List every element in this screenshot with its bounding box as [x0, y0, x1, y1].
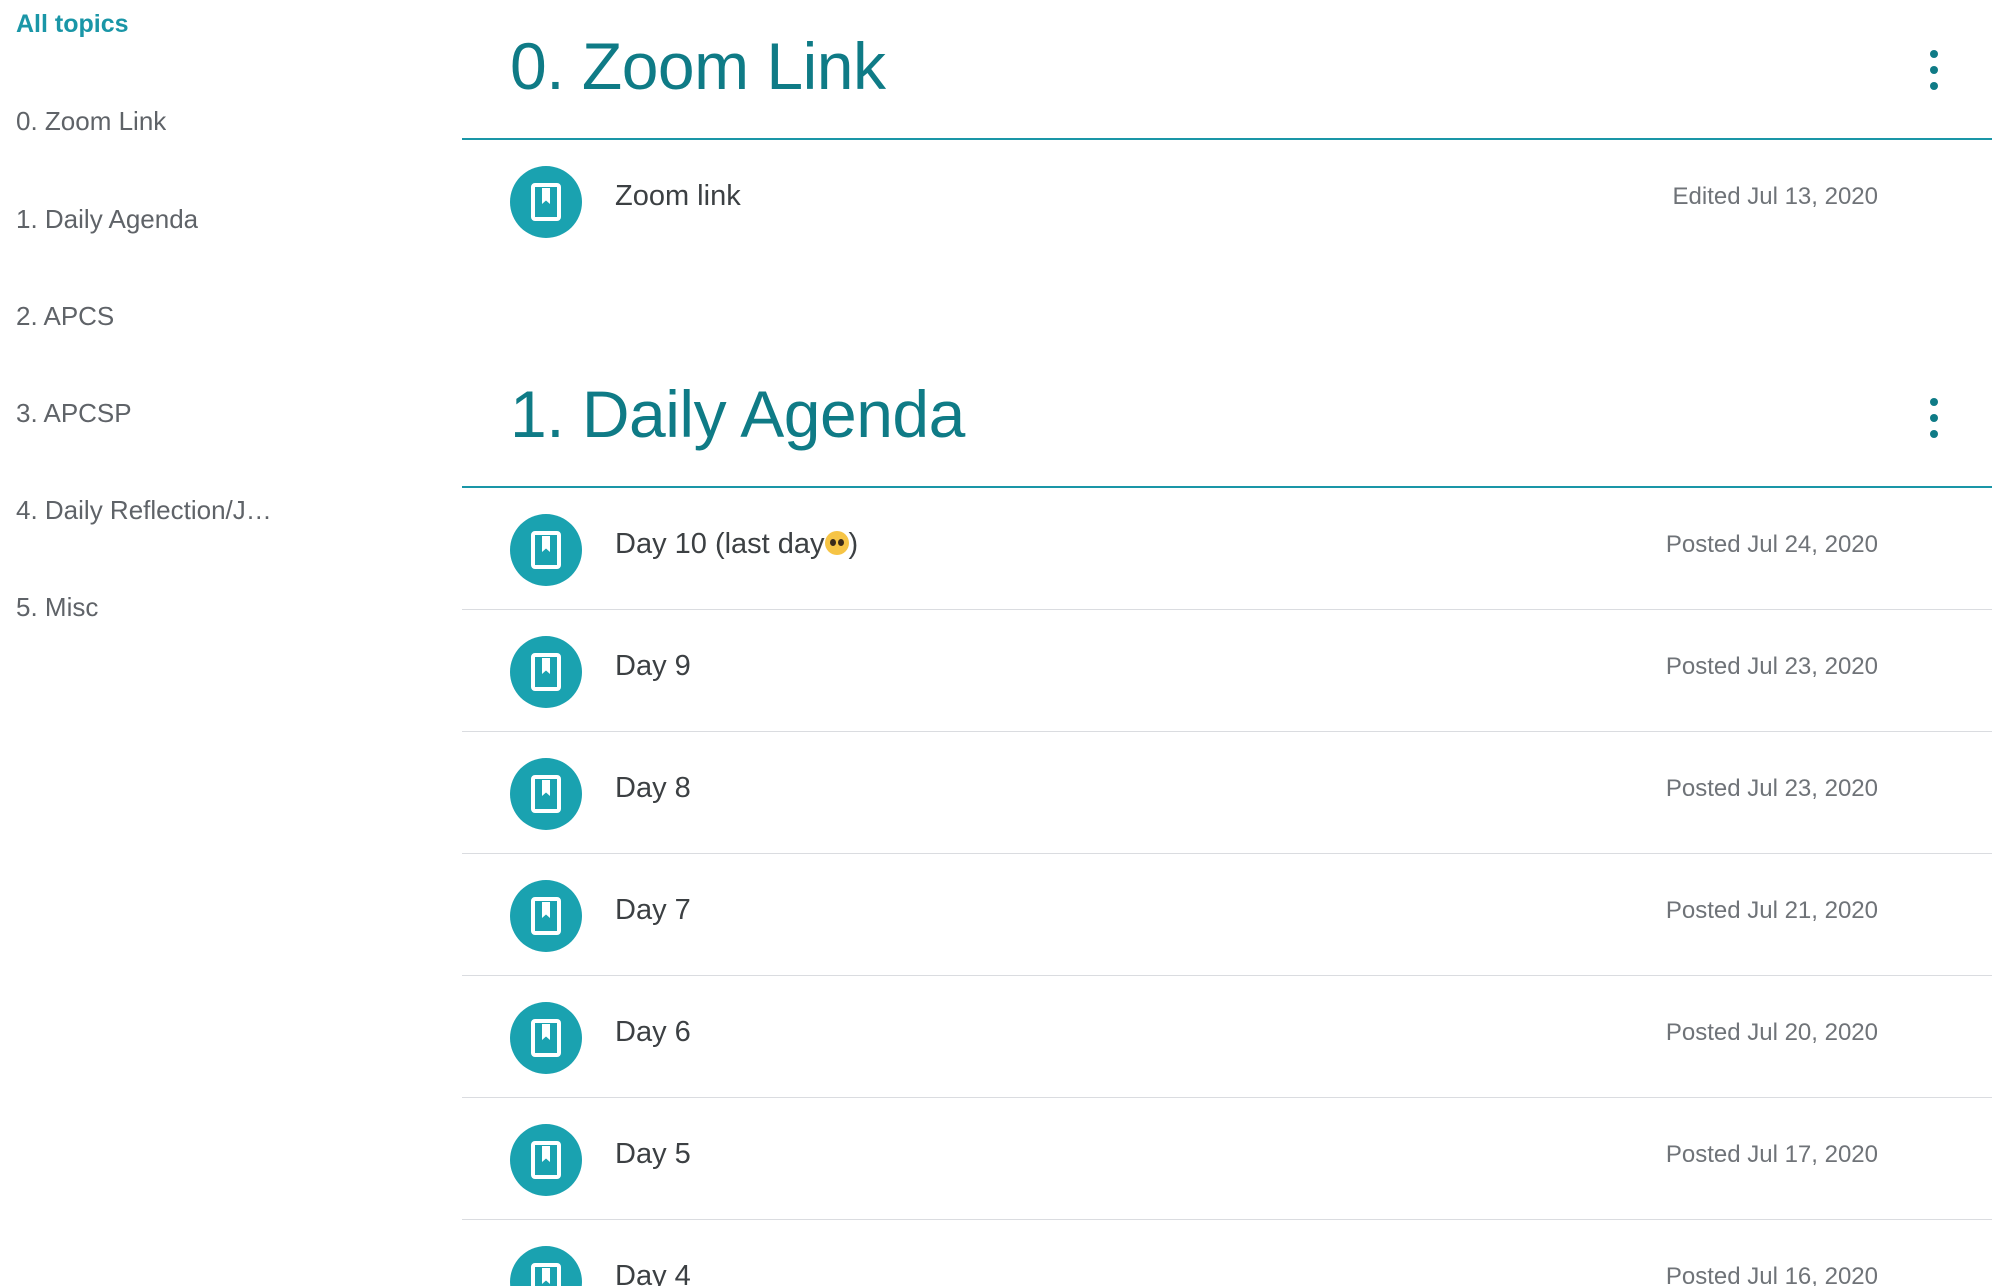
- topic-item-title: Zoom link: [615, 180, 741, 212]
- sidebar-item-zoom-link[interactable]: 0. Zoom Link: [16, 106, 166, 137]
- topic-item-row[interactable]: Day 4 Posted Jul 16, 2020: [462, 1220, 1992, 1286]
- topic-item-title: Day 4: [615, 1260, 691, 1286]
- more-vert-icon: [1930, 398, 1938, 406]
- more-vert-dot: [1930, 82, 1938, 90]
- sidebar-item-all-topics[interactable]: All topics: [16, 10, 129, 39]
- topic-header: 1. Daily Agenda: [462, 348, 1992, 488]
- material-bookmark-icon: [510, 1246, 582, 1286]
- topic-item-row[interactable]: Day 5 Posted Jul 17, 2020: [462, 1098, 1992, 1220]
- topic-item-title: Day 6: [615, 1016, 691, 1048]
- topic-item-row[interactable]: Day 8 Posted Jul 23, 2020: [462, 732, 1992, 854]
- sidebar-item-daily-reflection[interactable]: 4. Daily Reflection/J…: [16, 495, 272, 526]
- topic-header: 0. Zoom Link: [462, 0, 1992, 140]
- topic-item-date: Posted Jul 24, 2020: [1665, 531, 1878, 558]
- material-bookmark-icon: [510, 166, 582, 238]
- topic-item-title: Day 10 (last day): [615, 528, 858, 561]
- material-bookmark-icon: [510, 636, 582, 708]
- topic-item-title-text: Day 10 (last day: [615, 528, 825, 560]
- topic-more-options-button[interactable]: [1926, 50, 1942, 90]
- more-vert-icon: [1930, 50, 1938, 58]
- topic-item-title: Day 7: [615, 894, 691, 926]
- topic-item-row[interactable]: Day 6 Posted Jul 20, 2020: [462, 976, 1992, 1098]
- topic-title: 1. Daily Agenda: [510, 377, 965, 451]
- topic-item-date: Posted Jul 16, 2020: [1665, 1263, 1878, 1286]
- material-bookmark-icon: [510, 880, 582, 952]
- topic-item-title: Day 8: [615, 772, 691, 804]
- pleading-face-emoji-icon: [824, 531, 849, 555]
- sidebar-item-apcs[interactable]: 2. APCS: [16, 301, 114, 332]
- topic-item-date: Posted Jul 20, 2020: [1665, 1019, 1878, 1046]
- topics-main: 0. Zoom Link Zoom link Edited Jul 13, 20…: [462, 0, 1992, 1286]
- more-vert-dot: [1930, 66, 1938, 74]
- topic-title: 0. Zoom Link: [510, 29, 886, 103]
- material-bookmark-icon: [510, 514, 582, 586]
- topic-item-title: Day 5: [615, 1138, 691, 1170]
- topic-item-row[interactable]: Day 10 (last day) Posted Jul 24, 2020: [462, 488, 1992, 610]
- material-bookmark-icon: [510, 1002, 582, 1074]
- topic-item-date: Posted Jul 23, 2020: [1665, 653, 1878, 680]
- topic-more-options-button[interactable]: [1926, 398, 1942, 438]
- topic-item-date: Posted Jul 23, 2020: [1665, 775, 1878, 802]
- topic-item-row[interactable]: Zoom link Edited Jul 13, 2020: [462, 140, 1992, 262]
- topic-item-row[interactable]: Day 7 Posted Jul 21, 2020: [462, 854, 1992, 976]
- topic-item-row[interactable]: Day 9 Posted Jul 23, 2020: [462, 610, 1992, 732]
- topic-item-date: Posted Jul 21, 2020: [1665, 897, 1878, 924]
- material-bookmark-icon: [510, 758, 582, 830]
- topics-sidebar: All topics 0. Zoom Link 1. Daily Agenda …: [0, 0, 440, 1286]
- sidebar-item-daily-agenda[interactable]: 1. Daily Agenda: [16, 204, 198, 235]
- sidebar-item-misc[interactable]: 5. Misc: [16, 592, 98, 623]
- topic-item-date: Edited Jul 13, 2020: [1672, 183, 1879, 210]
- topic-item-date: Posted Jul 17, 2020: [1665, 1141, 1878, 1168]
- topic-item-title: Day 9: [615, 650, 691, 682]
- sidebar-item-apcsp[interactable]: 3. APCSP: [16, 398, 132, 429]
- topic-item-title-suffix: ): [848, 528, 859, 560]
- more-vert-dot: [1930, 430, 1938, 438]
- more-vert-dot: [1930, 414, 1938, 422]
- topic-section-daily-agenda: 1. Daily Agenda Day 10 (last day) Posted…: [462, 348, 1992, 1286]
- topic-section-zoom-link: 0. Zoom Link Zoom link Edited Jul 13, 20…: [462, 0, 1992, 262]
- material-bookmark-icon: [510, 1124, 582, 1196]
